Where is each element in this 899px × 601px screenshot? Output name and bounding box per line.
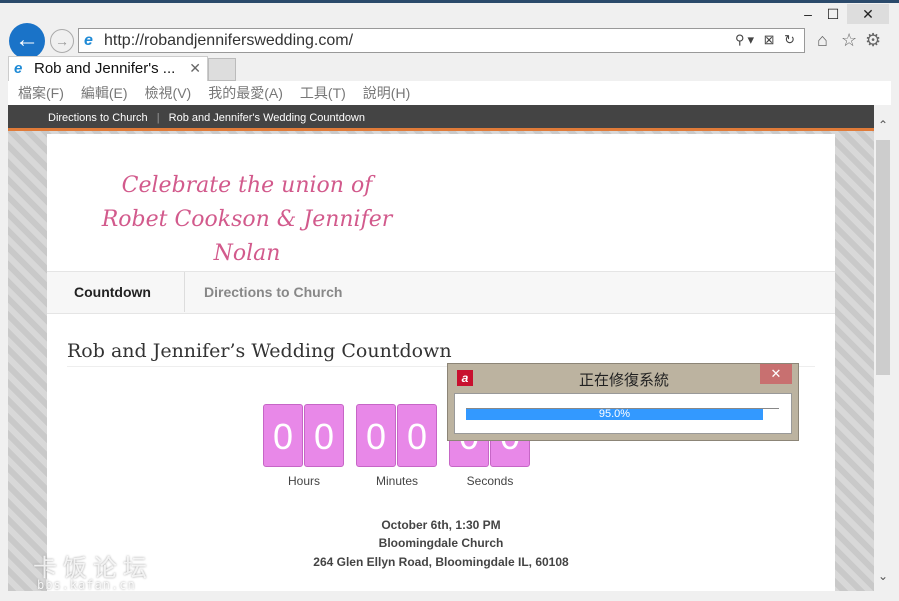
scrollbar-thumb[interactable] [876,140,890,375]
ie-icon: e [14,60,23,77]
address-bar[interactable]: e http://robandjenniferswedding.com/ ⚲▾ … [78,28,805,53]
watermark-url: bbs.kafan.cn [37,578,136,592]
minutes-digit: 0 [397,404,437,467]
scroll-down-icon[interactable]: ⌄ [874,569,892,583]
repair-dialog: a 正在修復系統 ✕ 95.0% [447,363,799,441]
menu-edit[interactable]: 編輯(E) [81,81,128,105]
forward-button[interactable]: → [50,29,74,53]
menu-file[interactable]: 檔案(F) [18,81,64,105]
address-tools[interactable]: ⚲▾ ⊠ ↻ [735,32,798,48]
web-page: Directions to Church | Rob and Jennifer'… [8,105,874,591]
main-nav: Countdown Directions to Church [47,271,835,314]
event-address: 264 Glen Ellyn Road, Bloomingdale IL, 60… [313,555,569,569]
progress-label: 95.0% [598,408,631,420]
event-venue: Bloomingdale Church [378,536,504,550]
scroll-up-icon[interactable]: ⌃ [874,118,892,132]
hours-digit: 0 [263,404,303,467]
minutes-label: Minutes [375,474,419,488]
top-nav-directions[interactable]: Directions to Church [48,112,148,124]
favorites-star-icon[interactable]: ☆ [841,30,857,51]
gear-icon[interactable]: ⚙ [865,30,881,51]
logo-line-1: Celebrate the union of [121,173,373,198]
menu-tools[interactable]: 工具(T) [300,81,346,105]
top-nav-countdown[interactable]: Rob and Jennifer's Wedding Countdown [169,112,365,124]
site-logo[interactable]: Celebrate the union of Robet Cookson & J… [67,169,427,266]
menu-bar: 檔案(F) 編輯(E) 檢視(V) 我的最愛(A) 工具(T) 說明(H) [8,81,891,105]
nav-directions[interactable]: Directions to Church [184,272,342,312]
minutes-digit: 0 [356,404,396,467]
hours-label: Hours [287,474,320,488]
menu-help[interactable]: 說明(H) [363,81,410,105]
menu-favorites[interactable]: 我的最愛(A) [208,81,283,105]
nav-countdown[interactable]: Countdown [74,272,151,312]
ie-icon: e [84,32,93,49]
url-text[interactable]: http://robandjenniferswedding.com/ [104,32,353,50]
back-button[interactable]: ← [9,23,45,59]
logo-line-2: Robet Cookson & Jennifer Nolan [101,207,393,266]
window-border [0,0,899,3]
top-nav: Directions to Church | Rob and Jennifer'… [8,105,874,131]
new-tab-button[interactable] [208,58,236,81]
menu-view[interactable]: 檢視(V) [145,81,192,105]
dialog-body: 95.0% [454,393,792,434]
close-tab-icon[interactable]: ✕ [189,60,201,77]
tab-active[interactable]: e Rob and Jennifer's ... ✕ [8,56,208,81]
hours-digit: 0 [304,404,344,467]
home-icon[interactable]: ⌂ [817,30,828,51]
event-date: October 6th, 1:30 PM [381,518,501,532]
tab-title: Rob and Jennifer's ... [34,60,176,77]
progress-bar: 95.0% [466,408,779,420]
seconds-label: Seconds [466,474,514,488]
dialog-close-button[interactable]: ✕ [760,364,792,384]
dialog-title: 正在修復系統 [578,372,669,389]
separator: | [156,112,160,124]
close-window-button[interactable]: ✕ [847,4,889,24]
